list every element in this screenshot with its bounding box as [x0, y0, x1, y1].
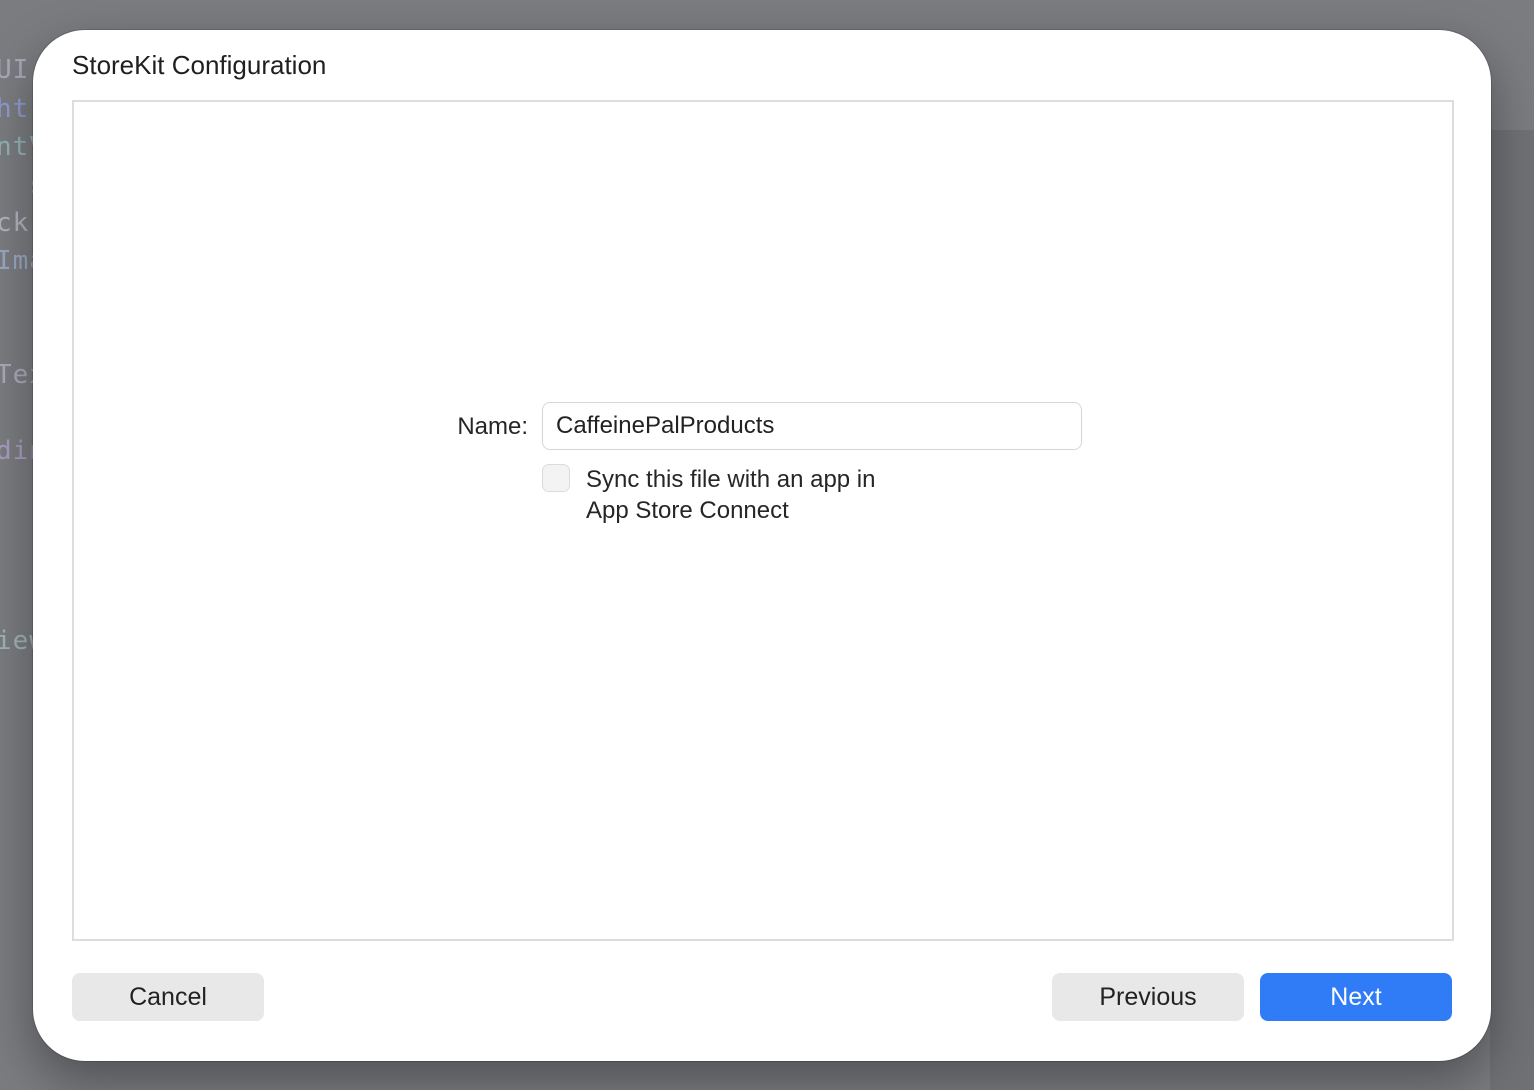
name-label: Name:	[457, 413, 528, 440]
code-fragment: ck	[0, 208, 30, 238]
storekit-configuration-dialog: StoreKit Configuration Name: Sync this f…	[33, 30, 1491, 1061]
sync-label[interactable]: Sync this file with an app in App Store …	[586, 464, 946, 526]
name-row: Name:	[454, 402, 1084, 452]
sync-option: Sync this file with an app in App Store …	[542, 464, 962, 534]
code-fragment: UI	[0, 55, 30, 85]
dialog-title: StoreKit Configuration	[72, 50, 327, 80]
options-panel: Name: Sync this file with an app in App …	[72, 100, 1454, 941]
background-panel	[1490, 130, 1534, 1090]
cancel-button[interactable]: Cancel	[72, 973, 264, 1021]
sync-label-line: Sync this file with an app in	[586, 466, 876, 493]
sync-label-line: App Store Connect	[586, 497, 789, 524]
code-fragment: ht	[0, 94, 30, 124]
name-field[interactable]	[542, 402, 1082, 450]
next-button[interactable]: Next	[1260, 973, 1452, 1021]
sync-checkbox[interactable]	[542, 464, 570, 492]
previous-button[interactable]: Previous	[1052, 973, 1244, 1021]
